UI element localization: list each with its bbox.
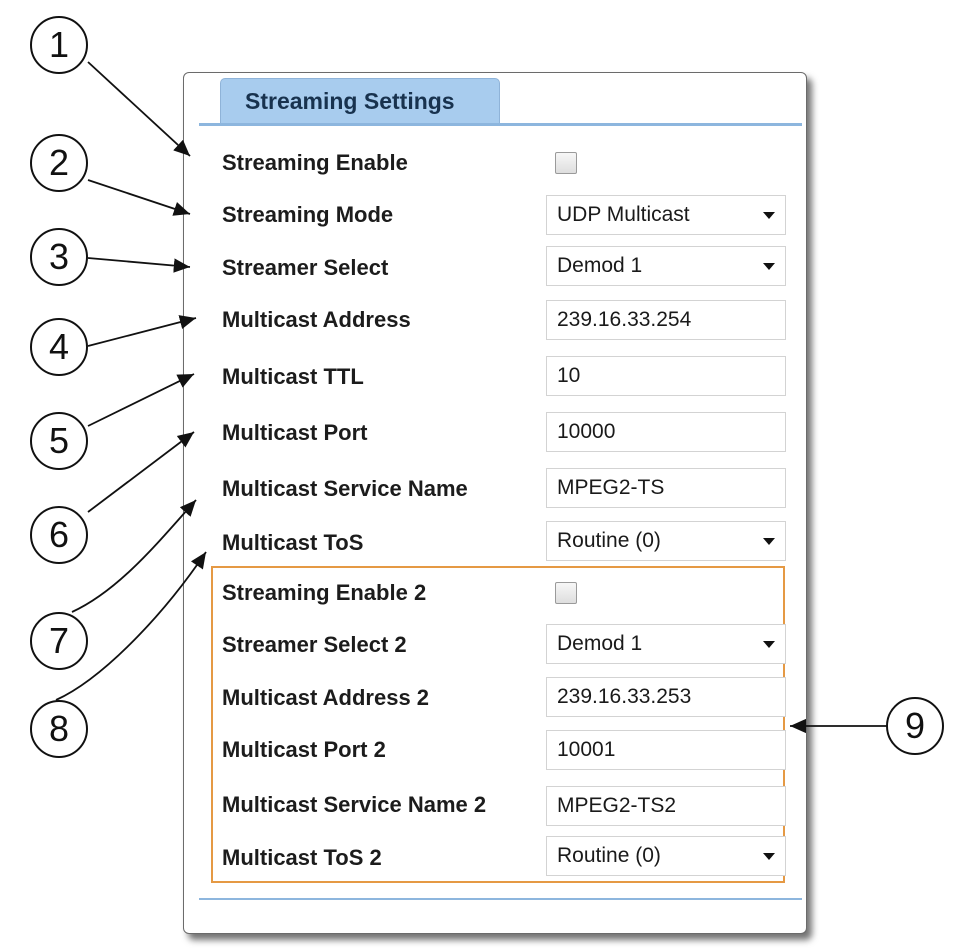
callout-6: 6 [30, 506, 88, 564]
callout-3: 3 [30, 228, 88, 286]
callout-2-arrow [87, 179, 191, 216]
callout-2: 2 [30, 134, 88, 192]
callout-5-arrow [87, 373, 195, 427]
callout-arrows [55, 61, 887, 734]
callout-7-arrow [71, 499, 197, 613]
callout-3-arrow [87, 257, 191, 273]
callout-9: 9 [886, 697, 944, 755]
callout-5: 5 [30, 412, 88, 470]
callout-6-arrow [87, 431, 195, 513]
callout-1: 1 [30, 16, 88, 74]
callout-4: 4 [30, 318, 88, 376]
callout-7: 7 [30, 612, 88, 670]
callout-1-arrow [87, 61, 191, 157]
callout-8: 8 [30, 700, 88, 758]
callout-4-arrow [87, 315, 197, 347]
